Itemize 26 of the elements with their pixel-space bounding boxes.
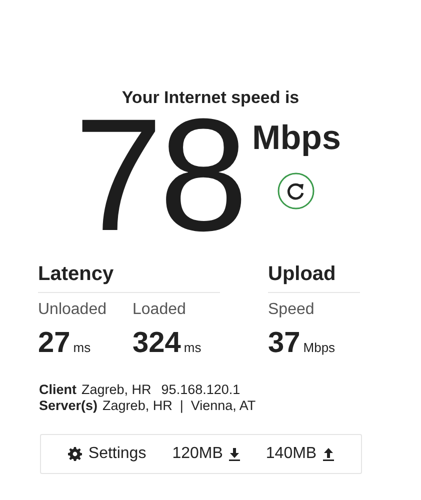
metric-value: 324 <box>132 327 181 359</box>
upload-size: 140MB <box>266 445 317 463</box>
info-value: 95.168.120.1 <box>161 382 240 398</box>
metric-value: 37 <box>268 327 300 359</box>
gear-icon <box>68 447 82 461</box>
unit-label: ms <box>73 340 91 355</box>
download-size: 120MB <box>172 445 223 463</box>
upload-icon <box>322 448 334 460</box>
settings-button[interactable]: Settings <box>68 445 146 463</box>
section-title: Upload <box>268 263 360 293</box>
info-value: Zagreb, HR <box>82 382 152 398</box>
speed-unit: Mbps <box>252 118 341 158</box>
refresh-icon[interactable] <box>277 172 316 210</box>
info-label: Server(s) <box>39 398 98 414</box>
unit-label: Mbps <box>303 340 336 355</box>
info-label: Client <box>39 382 77 398</box>
info-value: Zagreb, HR | Vienna, AT <box>102 398 256 414</box>
section-title: Latency <box>38 263 220 293</box>
metric-label: Unloaded <box>38 300 106 320</box>
download-icon <box>228 448 240 460</box>
heading: Your Internet speed is <box>122 88 300 108</box>
metric-value: 27 <box>38 327 70 359</box>
metric-label: Loaded <box>132 300 186 320</box>
metric-label: Speed <box>268 300 314 320</box>
unit-label: ms <box>184 340 202 355</box>
speed-value: 78 <box>74 112 244 237</box>
